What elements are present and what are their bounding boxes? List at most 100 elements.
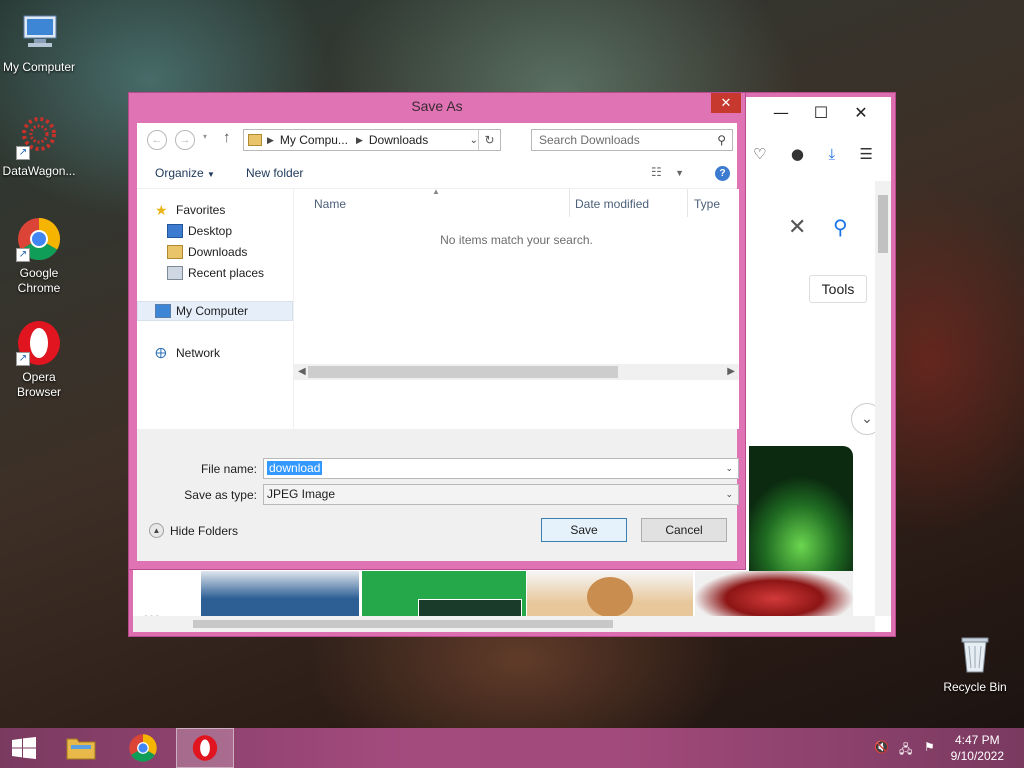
save-button[interactable]: Save	[541, 518, 627, 542]
desktop-icon-chrome[interactable]: ↗ Google Chrome	[1, 216, 77, 296]
nav-item-label: My Computer	[176, 304, 249, 318]
recent-locations-icon[interactable]: ▾	[203, 132, 207, 141]
nav-item-label: Favorites	[176, 203, 226, 217]
organize-button[interactable]: Organize ▼	[155, 166, 215, 180]
recent-places-icon	[167, 266, 183, 280]
nav-item-recent-places[interactable]: Recent places	[167, 266, 264, 280]
tools-button[interactable]: Tools	[809, 275, 867, 303]
network-status-icon[interactable]: 🖧	[899, 740, 912, 761]
view-list-icon: ☷	[651, 165, 662, 179]
image-result-portrait[interactable]	[527, 571, 693, 617]
back-icon[interactable]: ←	[147, 130, 167, 150]
action-center-icon[interactable]: ⚑	[924, 740, 935, 754]
image-result-aurora[interactable]	[749, 446, 853, 571]
computer-icon	[16, 10, 62, 56]
cancel-button[interactable]: Cancel	[641, 518, 727, 542]
maximize-icon[interactable]: ☐	[801, 103, 841, 122]
close-dialog-button[interactable]: ✕	[711, 93, 741, 113]
taskbar-opera[interactable]	[176, 728, 234, 768]
nav-item-label: Desktop	[188, 224, 233, 238]
clock-date: 9/10/2022	[950, 749, 1004, 763]
close-icon: ✕	[720, 95, 732, 110]
shortcut-arrow-icon: ↗	[16, 352, 30, 366]
start-button[interactable]	[0, 728, 48, 768]
chrome-icon: ↗	[16, 216, 62, 262]
column-header-type[interactable]: Type	[694, 197, 720, 211]
chevron-down-icon[interactable]: ⌄	[725, 459, 733, 478]
desktop-icon-datawagon[interactable]: ↗ DataWagon...	[1, 114, 77, 179]
column-header-date-modified[interactable]: Date modified	[575, 197, 649, 211]
view-options-button[interactable]: ☷ ▼	[651, 165, 684, 179]
nav-item-label: Recent places	[188, 266, 265, 280]
search-input[interactable]: Search Downloads ⚲	[531, 129, 733, 151]
heart-icon[interactable]: ♡	[753, 145, 766, 163]
scroll-right-icon[interactable]: ▶	[727, 364, 735, 380]
datawagon-icon: ↗	[16, 114, 62, 160]
sort-arrow-icon: ▲	[432, 187, 440, 196]
address-bar[interactable]: ▶ My Compu... ▶ Downloads ⌄ ↻	[243, 129, 501, 151]
clear-search-icon[interactable]: ✕	[788, 215, 806, 240]
hide-folders-button[interactable]: ▲ Hide Folders	[149, 523, 238, 538]
download-icon[interactable]: ⤓	[828, 145, 835, 163]
navigation-bar: ← → ▾ ↑ ▶ My Compu... ▶ Downloads ⌄ ↻ Se…	[137, 123, 737, 157]
forward-icon[interactable]: →	[175, 130, 195, 150]
star-icon: ★	[155, 202, 168, 218]
shortcut-arrow-icon: ↗	[16, 248, 30, 262]
column-header-name[interactable]: Name	[314, 197, 346, 211]
nav-item-favorites[interactable]: ★ Favorites	[155, 203, 225, 217]
nav-item-my-computer[interactable]: My Computer	[155, 304, 248, 318]
taskbar-chrome[interactable]	[114, 728, 172, 768]
start-icon	[12, 737, 36, 759]
browser-vertical-scrollbar[interactable]	[875, 181, 891, 616]
browser-horizontal-scrollbar[interactable]	[133, 616, 875, 632]
help-icon[interactable]: ?	[715, 166, 730, 181]
breadcrumb-folder[interactable]: Downloads	[369, 133, 428, 147]
browser-toolbar: ♡ ● ⤓ ☰	[753, 145, 873, 163]
chevron-down-icon: ⌄	[725, 489, 733, 499]
minimize-icon[interactable]: —	[761, 103, 801, 122]
search-icon[interactable]: ⚲	[833, 215, 848, 239]
downloads-folder-icon	[167, 245, 183, 259]
nav-item-label: Downloads	[188, 245, 248, 259]
dialog-body: ← → ▾ ↑ ▶ My Compu... ▶ Downloads ⌄ ↻ Se…	[137, 123, 739, 561]
image-result-laptop[interactable]	[201, 571, 359, 617]
save-as-type-label: Save as type:	[184, 488, 257, 502]
dialog-title: Save As	[411, 98, 463, 114]
shortcut-arrow-icon: ↗	[16, 146, 30, 160]
volume-muted-icon[interactable]: 🔇	[874, 740, 889, 754]
image-result-green[interactable]	[362, 571, 526, 617]
save-as-type-value: JPEG Image	[267, 487, 336, 501]
nav-item-desktop[interactable]: Desktop	[167, 224, 232, 238]
chevron-down-icon: ▼	[207, 170, 215, 179]
opera-icon	[192, 735, 218, 761]
system-clock[interactable]: 4:47 PM 9/10/2022	[951, 732, 1004, 764]
close-icon[interactable]: ✕	[841, 103, 881, 122]
save-as-type-select[interactable]: JPEG Image ⌄	[263, 484, 739, 505]
settings-icon[interactable]: ☰	[860, 145, 873, 163]
taskbar-file-explorer[interactable]	[52, 728, 110, 768]
chevron-down-icon[interactable]: ⌄	[470, 135, 478, 146]
refresh-icon[interactable]: ↻	[478, 130, 500, 150]
search-placeholder: Search Downloads	[539, 133, 640, 147]
nav-item-downloads[interactable]: Downloads	[167, 245, 247, 259]
hide-folders-label: Hide Folders	[170, 523, 239, 538]
new-folder-button[interactable]: New folder	[246, 166, 303, 180]
nav-item-label: Network	[176, 346, 221, 360]
breadcrumb-root[interactable]: My Compu...	[280, 133, 348, 147]
desktop-icon-opera[interactable]: ↗ Opera Browser	[1, 320, 77, 400]
up-arrow-icon[interactable]: ↑	[223, 129, 231, 146]
image-result-tree[interactable]	[695, 571, 853, 617]
nav-item-network[interactable]: 🜨 Network	[155, 346, 220, 360]
clock-time: 4:47 PM	[954, 733, 1000, 747]
scroll-left-icon[interactable]: ◀	[298, 364, 306, 380]
chevron-up-icon: ▲	[149, 523, 164, 538]
file-name-input[interactable]: download ⌄	[263, 458, 739, 479]
desktop-icon-my-computer[interactable]: My Computer	[1, 10, 77, 75]
desktop-icon-recycle-bin[interactable]: Recycle Bin	[937, 630, 1013, 695]
desktop-icon-label: Google Chrome	[17, 266, 61, 295]
chevron-down-icon: ▼	[675, 168, 685, 178]
profile-icon[interactable]: ●	[791, 145, 804, 163]
file-name-label: File name:	[200, 462, 257, 476]
desktop-icon-label: Opera Browser	[16, 370, 61, 399]
file-list-horizontal-scrollbar[interactable]: ◀ ▶	[294, 364, 739, 380]
